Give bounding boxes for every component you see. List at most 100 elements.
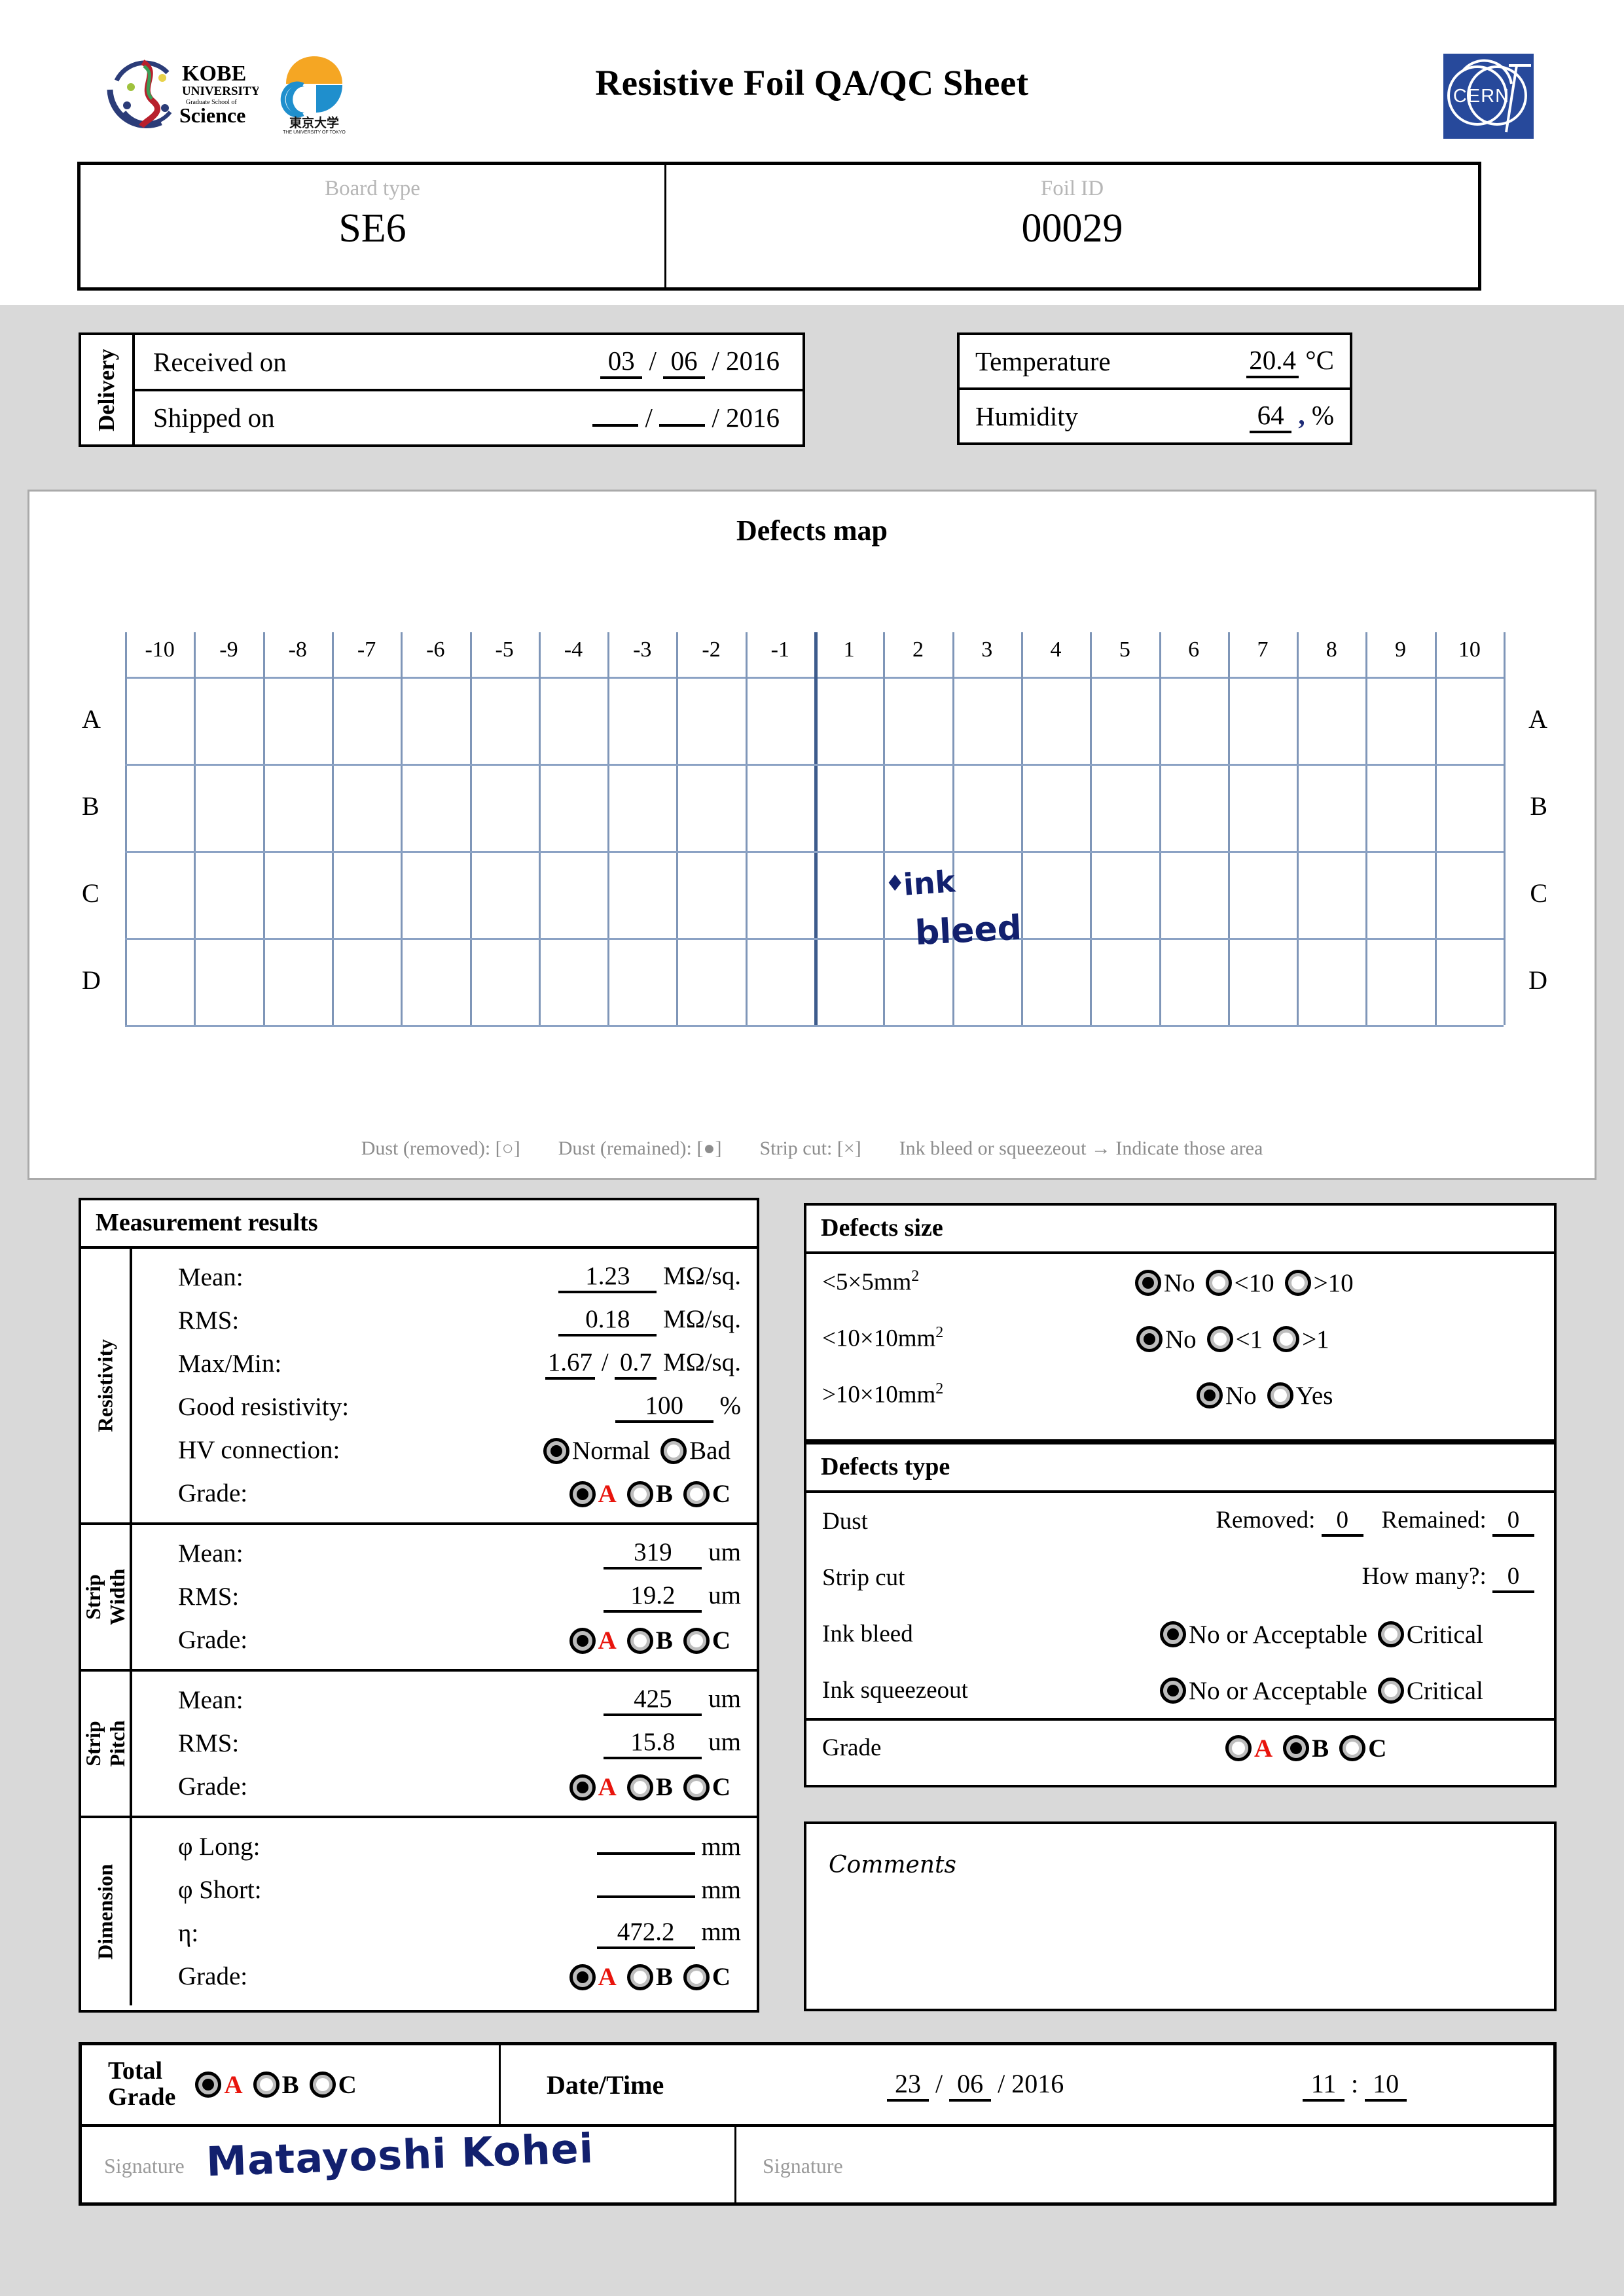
measurement-grade-option[interactable]: A <box>569 1478 627 1508</box>
ink-squeezeout-options[interactable]: No or Acceptable Critical <box>1160 1674 1494 1705</box>
measurement-hvconnection-option[interactable]: Bad <box>660 1435 741 1465</box>
defects-map-grid[interactable]: -10 -9 -8 -7 -6 -5 -4 -3 -2 -1 1 2 3 4 5 6 7 8 9 10 A A B B C C D D <box>29 632 1598 1027</box>
ink-bleed-option[interactable]: Critical <box>1377 1619 1494 1649</box>
ink-squeezeout-option[interactable]: No or Acceptable <box>1160 1675 1378 1705</box>
defects-size-0-option[interactable]: No <box>1135 1266 1206 1297</box>
ink-bleed-radio-no-or-acceptable[interactable] <box>1160 1621 1186 1647</box>
ink-squeezeout-radio-no-or-acceptable[interactable] <box>1160 1677 1186 1704</box>
measurement-grade-radio-b[interactable] <box>626 1627 653 1654</box>
value-field[interactable] <box>596 1895 695 1898</box>
shipped-day[interactable] <box>592 424 639 427</box>
value-field[interactable]: 425 <box>604 1684 702 1716</box>
temperature-value[interactable]: 20.4 <box>1246 344 1299 378</box>
value-field[interactable]: 319 <box>604 1537 702 1570</box>
dust-remained-value[interactable]: 0 <box>1492 1506 1534 1537</box>
value-min[interactable]: 0.7 <box>615 1348 657 1380</box>
measurement-grade-option[interactable]: B <box>626 1624 683 1655</box>
measurement-grade-option[interactable]: A <box>569 1771 627 1801</box>
defects-size-0-radio--10[interactable] <box>1284 1270 1311 1296</box>
ink-bleed-options[interactable]: No or Acceptable Critical <box>1160 1618 1494 1649</box>
received-month[interactable]: 06 <box>663 345 706 379</box>
measurement-grade-radio-b[interactable] <box>626 1774 653 1801</box>
defects-size-1-option[interactable]: >1 <box>1273 1323 1340 1354</box>
humidity-value[interactable]: 64 <box>1250 399 1292 433</box>
defects-size-1-radio--1[interactable] <box>1273 1326 1300 1352</box>
defects-size-0-radio-no[interactable] <box>1135 1270 1161 1296</box>
shipped-month[interactable] <box>659 424 706 427</box>
signature-cell-left[interactable]: Signature Matayoshi Kohei <box>82 2125 736 2204</box>
measurement-grade-radio-c[interactable] <box>683 1774 710 1801</box>
value-field[interactable]: 1.23 <box>558 1261 657 1293</box>
measurement-grade-option[interactable]: B <box>626 1961 683 1991</box>
measurement-grade-option[interactable]: A <box>569 1624 627 1655</box>
measurement-grade-option[interactable]: C <box>683 1771 741 1801</box>
measurement-hvconnection-radio-bad[interactable] <box>660 1437 687 1464</box>
defects-size-0-option[interactable]: >10 <box>1284 1266 1364 1297</box>
defects-size-0-radio--10[interactable] <box>1205 1270 1232 1296</box>
ink-squeezeout-radio-critical[interactable] <box>1377 1677 1404 1704</box>
total-grade-option[interactable]: C <box>309 2071 367 2099</box>
received-day[interactable]: 03 <box>600 345 643 379</box>
measurement-grade-radio-a[interactable] <box>569 1480 596 1507</box>
measurement-grade-radio-c[interactable] <box>683 1964 710 1990</box>
defects-grade-radio-b[interactable] <box>1283 1735 1310 1761</box>
measurement-grade-option[interactable]: C <box>683 1478 741 1508</box>
defects-grade-radio-c[interactable] <box>1339 1735 1366 1761</box>
value-field[interactable] <box>596 1852 695 1855</box>
ink-bleed-option[interactable]: No or Acceptable <box>1160 1619 1378 1649</box>
measurement-grade-option[interactable]: B <box>626 1771 683 1801</box>
defects-size-2-radio-yes[interactable] <box>1267 1382 1293 1408</box>
measurement-grade-option[interactable]: A <box>569 1961 627 1991</box>
total-grade-radio-b[interactable] <box>253 2072 280 2098</box>
comments-panel[interactable]: Comments <box>804 1821 1557 2011</box>
defects-size-options[interactable]: No <10 >10 <box>1135 1266 1554 1297</box>
measurement-grade-radio-a[interactable] <box>569 1627 596 1654</box>
value-field[interactable]: 100 <box>615 1391 713 1423</box>
defects-grade-options[interactable]: A B C <box>1225 1732 1397 1763</box>
time-hour[interactable]: 11 <box>1303 2068 1344 2102</box>
defects-size-1-radio--1[interactable] <box>1206 1326 1233 1352</box>
total-grade-option[interactable]: A <box>195 2071 253 2099</box>
measurement-hvconnection-radio-normal[interactable] <box>543 1437 570 1464</box>
date-day[interactable]: 23 <box>887 2068 929 2102</box>
signature-cell-right[interactable]: Signature <box>736 2127 1553 2204</box>
measurement-grade-option[interactable]: C <box>683 1624 741 1655</box>
total-grade-radio-c[interactable] <box>309 2072 336 2098</box>
value-field[interactable]: 19.2 <box>604 1581 702 1613</box>
defects-grade-option[interactable]: A <box>1225 1732 1283 1763</box>
defects-grade-option[interactable]: C <box>1339 1732 1397 1763</box>
measurement-grade-radio-b[interactable] <box>626 1964 653 1990</box>
value-field[interactable]: 472.2 <box>596 1917 695 1949</box>
total-grade-option[interactable]: B <box>253 2071 310 2099</box>
defects-size-1-option[interactable]: No <box>1136 1323 1207 1354</box>
measurement-grade-option[interactable]: C <box>683 1961 741 1991</box>
time-minute[interactable]: 10 <box>1365 2068 1407 2102</box>
measurement-grade-radio-c[interactable] <box>683 1627 710 1654</box>
measurement-hvconnection-option[interactable]: Normal <box>543 1435 660 1465</box>
value-field[interactable]: 0.18 <box>558 1304 657 1336</box>
measurement-grade-radio-c[interactable] <box>683 1480 710 1507</box>
total-grade-radio-a[interactable] <box>195 2072 222 2098</box>
measurement-grade-option[interactable]: B <box>626 1478 683 1508</box>
ink-bleed-radio-critical[interactable] <box>1377 1621 1404 1647</box>
measurement-grade-radio-b[interactable] <box>626 1480 653 1507</box>
defects-size-2-radio-no[interactable] <box>1197 1382 1223 1408</box>
ink-squeezeout-option[interactable]: Critical <box>1377 1675 1494 1705</box>
total-grade-options[interactable]: A B C <box>195 2070 367 2100</box>
strip-cut-value[interactable]: 0 <box>1492 1562 1534 1593</box>
defects-size-2-option[interactable]: Yes <box>1267 1379 1344 1410</box>
measurement-grade-radio-a[interactable] <box>569 1774 596 1801</box>
defects-grade-radio-a[interactable] <box>1225 1735 1252 1761</box>
date-month[interactable]: 06 <box>949 2068 992 2102</box>
defects-size-1-radio-no[interactable] <box>1136 1326 1163 1352</box>
defects-size-options[interactable]: No <1 >1 <box>1136 1323 1529 1354</box>
defects-size-1-option[interactable]: <1 <box>1206 1323 1274 1354</box>
defects-size-0-option[interactable]: <10 <box>1205 1266 1285 1297</box>
measurement-grade-radio-a[interactable] <box>569 1964 596 1990</box>
dust-removed-value[interactable]: 0 <box>1321 1506 1363 1537</box>
value-max[interactable]: 1.67 <box>545 1348 595 1380</box>
defects-size-options[interactable]: No Yes <box>1197 1379 1485 1410</box>
defects-grade-option[interactable]: B <box>1283 1732 1339 1763</box>
value-field[interactable]: 15.8 <box>604 1727 702 1759</box>
defects-size-2-option[interactable]: No <box>1197 1379 1267 1410</box>
